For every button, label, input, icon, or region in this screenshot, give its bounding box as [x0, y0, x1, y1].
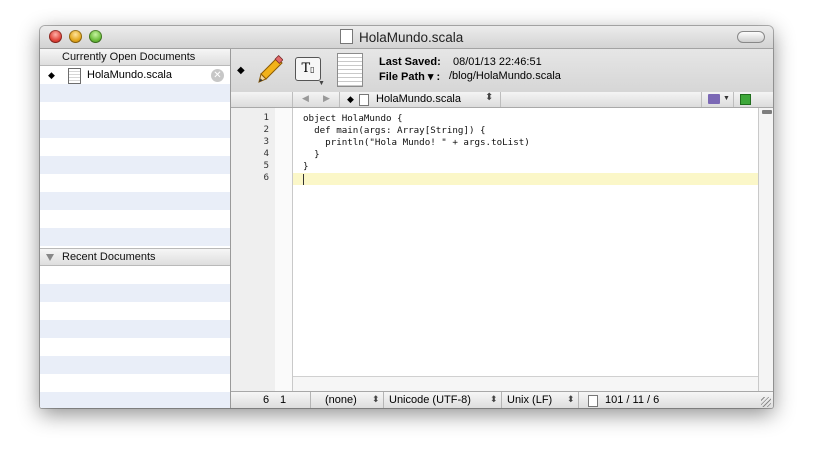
scrollbar-thumb[interactable]	[762, 110, 772, 114]
document-info-icon[interactable]	[337, 53, 363, 87]
code-line[interactable]: println("Hola Mundo! " + args.toList)	[303, 137, 530, 149]
vertical-scrollbar[interactable]	[758, 108, 773, 391]
document-icon	[359, 94, 369, 106]
window-title: HolaMundo.scala	[340, 29, 463, 45]
navigation-bar: ◀ ▶ ◆ HolaMundo.scala ⬍ ▼	[231, 92, 773, 108]
line-number: 3	[263, 136, 269, 147]
document-toolbar: ◆ T▯ ▼ Last Saved: 08/01/13 22:46:51 Fil…	[231, 49, 773, 93]
divider	[292, 92, 293, 107]
current-line-highlight	[293, 173, 758, 185]
toolbar-toggle-button[interactable]	[737, 31, 765, 43]
document-icon	[588, 395, 598, 407]
divider	[701, 92, 702, 107]
edited-marker: ◆	[237, 65, 245, 76]
fold-gutter[interactable]	[275, 108, 293, 391]
encoding-popup[interactable]: Unicode (UTF-8)	[389, 394, 471, 406]
line-number: 1	[263, 112, 269, 123]
last-saved-value: 08/01/13 22:46:51	[453, 56, 542, 68]
document-drawer: Currently Open Documents ◆ HolaMundo.sca…	[40, 49, 231, 408]
open-document-name: HolaMundo.scala	[87, 69, 172, 81]
forward-arrow-icon[interactable]: ▶	[323, 93, 330, 104]
bookmarks-icon[interactable]	[708, 94, 720, 104]
divider	[501, 392, 502, 408]
open-document-item[interactable]: ◆ HolaMundo.scala ✕	[40, 66, 230, 84]
editor-window: HolaMundo.scala Currently Open Documents…	[40, 26, 773, 408]
column-number-status[interactable]: 1	[280, 394, 286, 406]
updown-arrows-icon[interactable]: ⬍	[490, 394, 498, 405]
zoom-window-button[interactable]	[89, 30, 102, 43]
title-bar[interactable]: HolaMundo.scala	[40, 26, 773, 49]
close-document-icon[interactable]: ✕	[211, 69, 224, 82]
code-line[interactable]: }	[303, 149, 320, 161]
code-line[interactable]: def main(args: Array[String]) {	[303, 125, 485, 137]
syntax-popup[interactable]: (none)	[325, 394, 357, 406]
file-path-menu[interactable]: File Path ▾ :	[379, 70, 440, 83]
window-title-text: HolaMundo.scala	[359, 30, 464, 45]
dropdown-arrow-icon[interactable]: ▼	[723, 95, 730, 102]
minimize-window-button[interactable]	[69, 30, 82, 43]
text-caret	[303, 174, 304, 185]
split-view-icon[interactable]	[740, 94, 751, 105]
document-icon	[340, 29, 353, 44]
code-line[interactable]: }	[303, 161, 309, 173]
dirty-marker: ◆	[48, 70, 55, 80]
updown-arrows-icon[interactable]: ⬍	[485, 92, 493, 103]
updown-arrows-icon[interactable]: ⬍	[567, 394, 575, 405]
close-window-button[interactable]	[49, 30, 62, 43]
line-number: 5	[263, 160, 269, 171]
window-resize-grip[interactable]	[761, 397, 771, 407]
divider	[578, 392, 579, 408]
text-file-icon	[68, 68, 81, 84]
line-number-gutter: 1 2 3 4 5 6	[231, 108, 276, 391]
open-documents-header: Currently Open Documents	[40, 49, 230, 66]
horizontal-scrollbar[interactable]	[293, 376, 758, 392]
recent-documents-header[interactable]: Recent Documents	[40, 248, 230, 266]
divider	[500, 92, 501, 107]
open-documents-title: Currently Open Documents	[62, 51, 196, 63]
updown-arrows-icon[interactable]: ⬍	[372, 394, 380, 405]
line-number-status[interactable]: 6	[263, 394, 269, 406]
divider	[733, 92, 734, 107]
edited-marker: ◆	[347, 94, 354, 104]
line-endings-popup[interactable]: Unix (LF)	[507, 394, 552, 406]
pencil-icon[interactable]	[257, 55, 283, 85]
line-number: 6	[263, 172, 269, 183]
line-number: 4	[263, 148, 269, 159]
file-path-value: /blog/HolaMundo.scala	[449, 70, 561, 82]
status-bar: 6 1 (none) ⬍ Unicode (UTF-8) ⬍ Unix (LF)…	[231, 391, 773, 408]
text-settings-button[interactable]: T▯	[295, 57, 321, 81]
recent-documents-list[interactable]	[40, 266, 230, 408]
line-number: 2	[263, 124, 269, 135]
code-editor[interactable]: object HolaMundo { def main(args: Array[…	[293, 108, 758, 376]
back-arrow-icon[interactable]: ◀	[302, 93, 309, 104]
dropdown-arrow-icon[interactable]: ▼	[318, 80, 325, 87]
disclosure-triangle-icon[interactable]	[46, 254, 54, 261]
code-line[interactable]: object HolaMundo {	[303, 113, 403, 125]
recent-documents-title: Recent Documents	[62, 251, 156, 263]
text-settings-label: T	[301, 61, 311, 76]
divider	[310, 392, 311, 408]
open-documents-list[interactable]	[40, 66, 230, 248]
document-popup[interactable]: HolaMundo.scala	[376, 93, 461, 105]
last-saved-label: Last Saved:	[379, 56, 441, 68]
divider	[339, 92, 340, 107]
divider	[383, 392, 384, 408]
character-word-line-counts: 101 / 11 / 6	[605, 394, 660, 406]
